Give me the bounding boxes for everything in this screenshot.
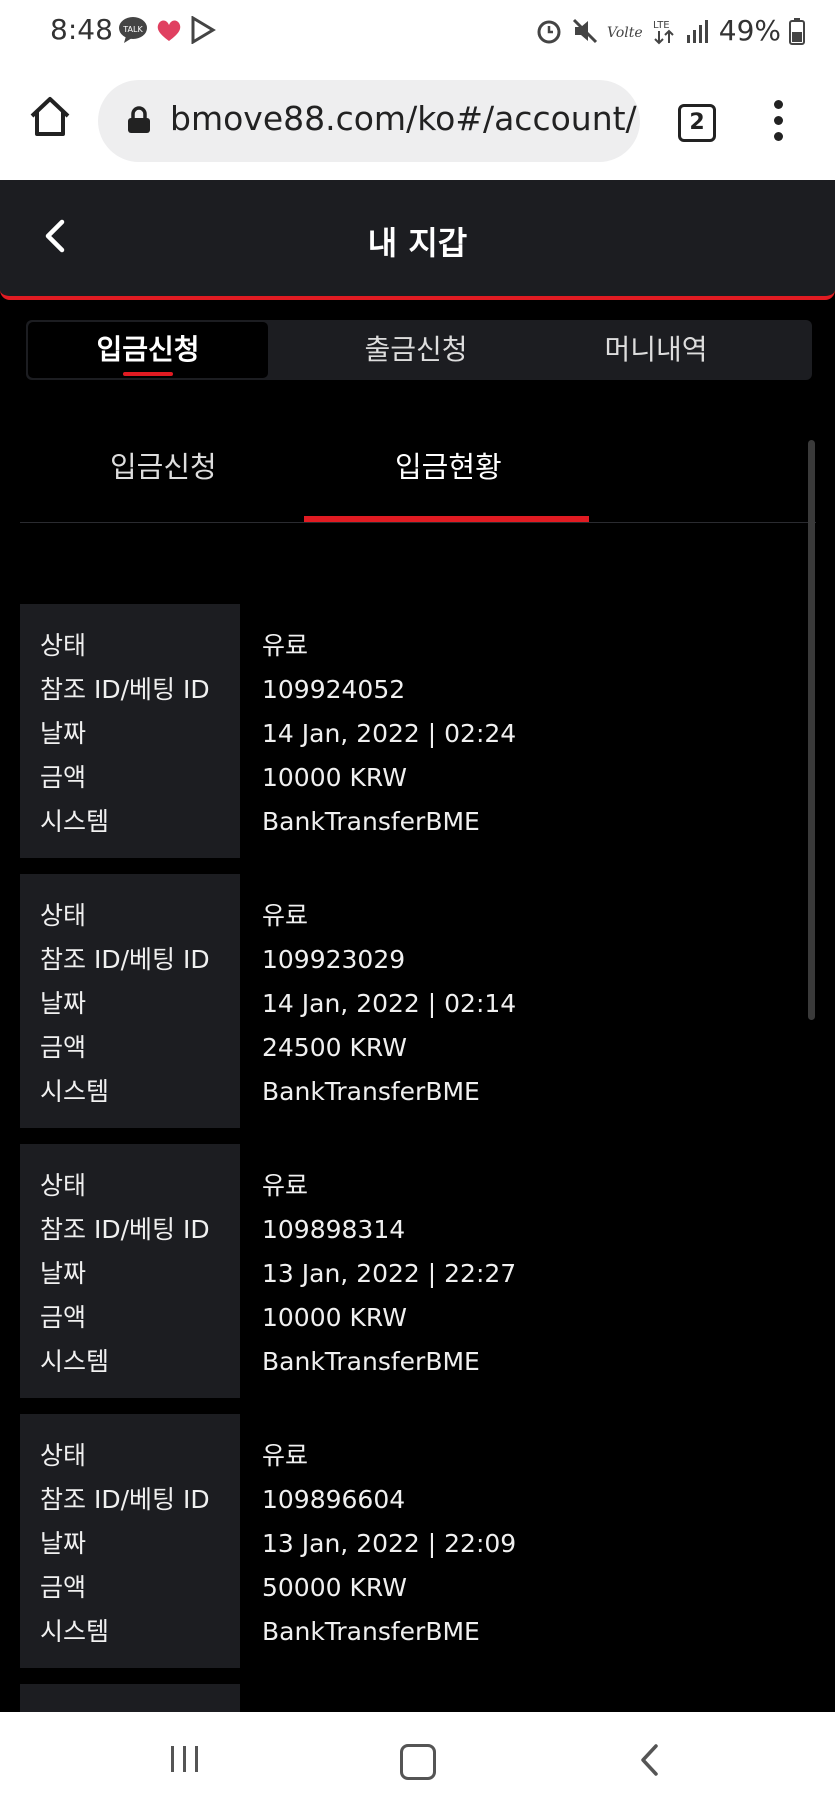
value-system: BankTransferBME <box>262 807 480 836</box>
record-values: 유료 109896604 13 Jan, 2022 | 22:09 50000 … <box>240 1414 516 1668</box>
label-system: 시스템 <box>40 1617 110 1646</box>
value-system: BankTransferBME <box>262 1077 480 1106</box>
deposit-sub-tabs: 입금신청 입금현황 <box>20 430 816 523</box>
tab-label: 머니내역 <box>604 333 708 366</box>
record-labels: 상태 참조 ID/베팅 ID 날짜 금액 시스템 <box>20 604 240 858</box>
label-date: 날짜 <box>40 989 87 1018</box>
value-ref-id: 109898314 <box>262 1215 406 1244</box>
mute-icon <box>572 18 597 43</box>
value-ref-id: 109924052 <box>262 675 406 704</box>
value-status: 유료 <box>262 901 309 930</box>
tab-withdraw-request[interactable]: 출금신청 <box>296 322 536 378</box>
label-date: 날짜 <box>40 1529 87 1558</box>
value-status: 유료 <box>262 1441 309 1470</box>
value-date: 13 Jan, 2022 | 22:09 <box>262 1529 517 1558</box>
talk-icon: TALK <box>119 17 147 43</box>
subtab-deposit-status[interactable]: 입금현황 <box>395 444 502 486</box>
deposit-records-list: 상태 참조 ID/베팅 ID 날짜 금액 시스템 유료 109924052 14… <box>20 604 800 1770</box>
recent-apps-icon[interactable] <box>168 1744 202 1774</box>
record-labels: 상태 참조 ID/베팅 ID 날짜 금액 시스템 <box>20 874 240 1128</box>
notification-icons: TALK <box>118 16 216 44</box>
lock-icon <box>128 106 150 133</box>
value-status: 유료 <box>262 1171 309 1200</box>
label-status: 상태 <box>40 1171 87 1200</box>
label-amount: 금액 <box>40 1303 87 1332</box>
svg-text:TALK: TALK <box>122 25 143 34</box>
tab-label: 입금신청 <box>96 333 200 366</box>
value-amount: 10000 KRW <box>262 763 407 792</box>
nav-home-icon[interactable] <box>400 1744 436 1780</box>
page-header: 내 지갑 <box>0 180 835 300</box>
label-amount: 금액 <box>40 1033 87 1062</box>
label-status: 상태 <box>40 1441 87 1470</box>
tab-deposit-request[interactable]: 입금신청 <box>28 322 268 378</box>
value-amount: 24500 KRW <box>262 1033 407 1062</box>
record-labels: 상태 참조 ID/베팅 ID 날짜 금액 시스템 <box>20 1414 240 1668</box>
record-values: 유료 109898314 13 Jan, 2022 | 22:27 10000 … <box>240 1144 516 1398</box>
list-item: 상태 참조 ID/베팅 ID 날짜 금액 시스템 유료 109924052 14… <box>20 604 800 858</box>
value-date: 14 Jan, 2022 | 02:14 <box>262 989 517 1018</box>
home-icon[interactable] <box>28 94 72 138</box>
label-amount: 금액 <box>40 763 87 792</box>
system-nav-bar <box>0 1712 835 1809</box>
label-system: 시스템 <box>40 807 110 836</box>
label-date: 날짜 <box>40 719 87 748</box>
label-ref-id: 참조 ID/베팅 ID <box>40 675 210 704</box>
status-time: 8:48 <box>50 13 113 46</box>
value-status: 유료 <box>262 631 309 660</box>
status-right: Volte LTE 49% <box>535 14 805 47</box>
hearts-icon <box>157 20 181 41</box>
status-bar: 8:48 TALK Volte LTE 49% <box>0 0 835 64</box>
alarm-icon <box>537 20 561 43</box>
label-system: 시스템 <box>40 1077 110 1106</box>
list-item: 상태 참조 ID/베팅 ID 날짜 금액 시스템 유료 109923029 14… <box>20 874 800 1128</box>
value-date: 13 Jan, 2022 | 22:27 <box>262 1259 517 1288</box>
value-system: BankTransferBME <box>262 1347 480 1376</box>
page-title: 내 지갑 <box>367 224 468 262</box>
url-text[interactable]: bmove88.com/ko#/account/ <box>170 99 637 138</box>
active-subtab-indicator <box>304 516 589 522</box>
subtab-deposit-request[interactable]: 입금신청 <box>110 444 217 486</box>
list-item: 상태 참조 ID/베팅 ID 날짜 금액 시스템 유료 109898314 13… <box>20 1144 800 1398</box>
value-ref-id: 109896604 <box>262 1485 406 1514</box>
label-ref-id: 참조 ID/베팅 ID <box>40 1215 210 1244</box>
value-amount: 50000 KRW <box>262 1573 407 1602</box>
address-bar[interactable]: bmove88.com/ko#/account/ <box>98 80 640 162</box>
value-amount: 10000 KRW <box>262 1303 407 1332</box>
svg-text:LTE: LTE <box>653 20 670 31</box>
signal-icon <box>686 19 708 43</box>
tab-switcher-button[interactable]: 2 <box>678 104 716 142</box>
label-ref-id: 참조 ID/베팅 ID <box>40 1485 210 1514</box>
browser-toolbar: bmove88.com/ko#/account/ 2 <box>0 64 835 180</box>
label-status: 상태 <box>40 631 87 660</box>
tab-label: 출금신청 <box>364 333 468 366</box>
label-status: 상태 <box>40 901 87 930</box>
active-tab-indicator <box>123 372 173 376</box>
record-values: 유료 109923029 14 Jan, 2022 | 02:14 24500 … <box>240 874 516 1128</box>
label-system: 시스템 <box>40 1347 110 1376</box>
wallet-tabs: 입금신청 출금신청 머니내역 <box>26 320 812 380</box>
volte-icon: Volte <box>607 25 643 41</box>
svg-text:Volte: Volte <box>607 25 643 41</box>
tab-money-history[interactable]: 머니내역 <box>536 322 776 378</box>
scrollbar[interactable] <box>808 440 815 1020</box>
battery-icon <box>789 17 805 45</box>
record-values: 유료 109924052 14 Jan, 2022 | 02:24 10000 … <box>240 604 516 858</box>
value-ref-id: 109923029 <box>262 945 406 974</box>
nav-back-icon[interactable] <box>638 1742 662 1778</box>
list-item: 상태 참조 ID/베팅 ID 날짜 금액 시스템 유료 109896604 13… <box>20 1414 800 1668</box>
value-system: BankTransferBME <box>262 1617 480 1646</box>
more-options-icon[interactable] <box>770 100 786 144</box>
lte-icon: LTE <box>653 20 674 44</box>
label-date: 날짜 <box>40 1259 87 1288</box>
value-date: 14 Jan, 2022 | 02:24 <box>262 719 517 748</box>
label-ref-id: 참조 ID/베팅 ID <box>40 945 210 974</box>
record-labels: 상태 참조 ID/베팅 ID 날짜 금액 시스템 <box>20 1144 240 1398</box>
play-store-icon <box>191 16 216 44</box>
label-amount: 금액 <box>40 1573 87 1602</box>
battery-percent: 49% <box>718 14 781 47</box>
